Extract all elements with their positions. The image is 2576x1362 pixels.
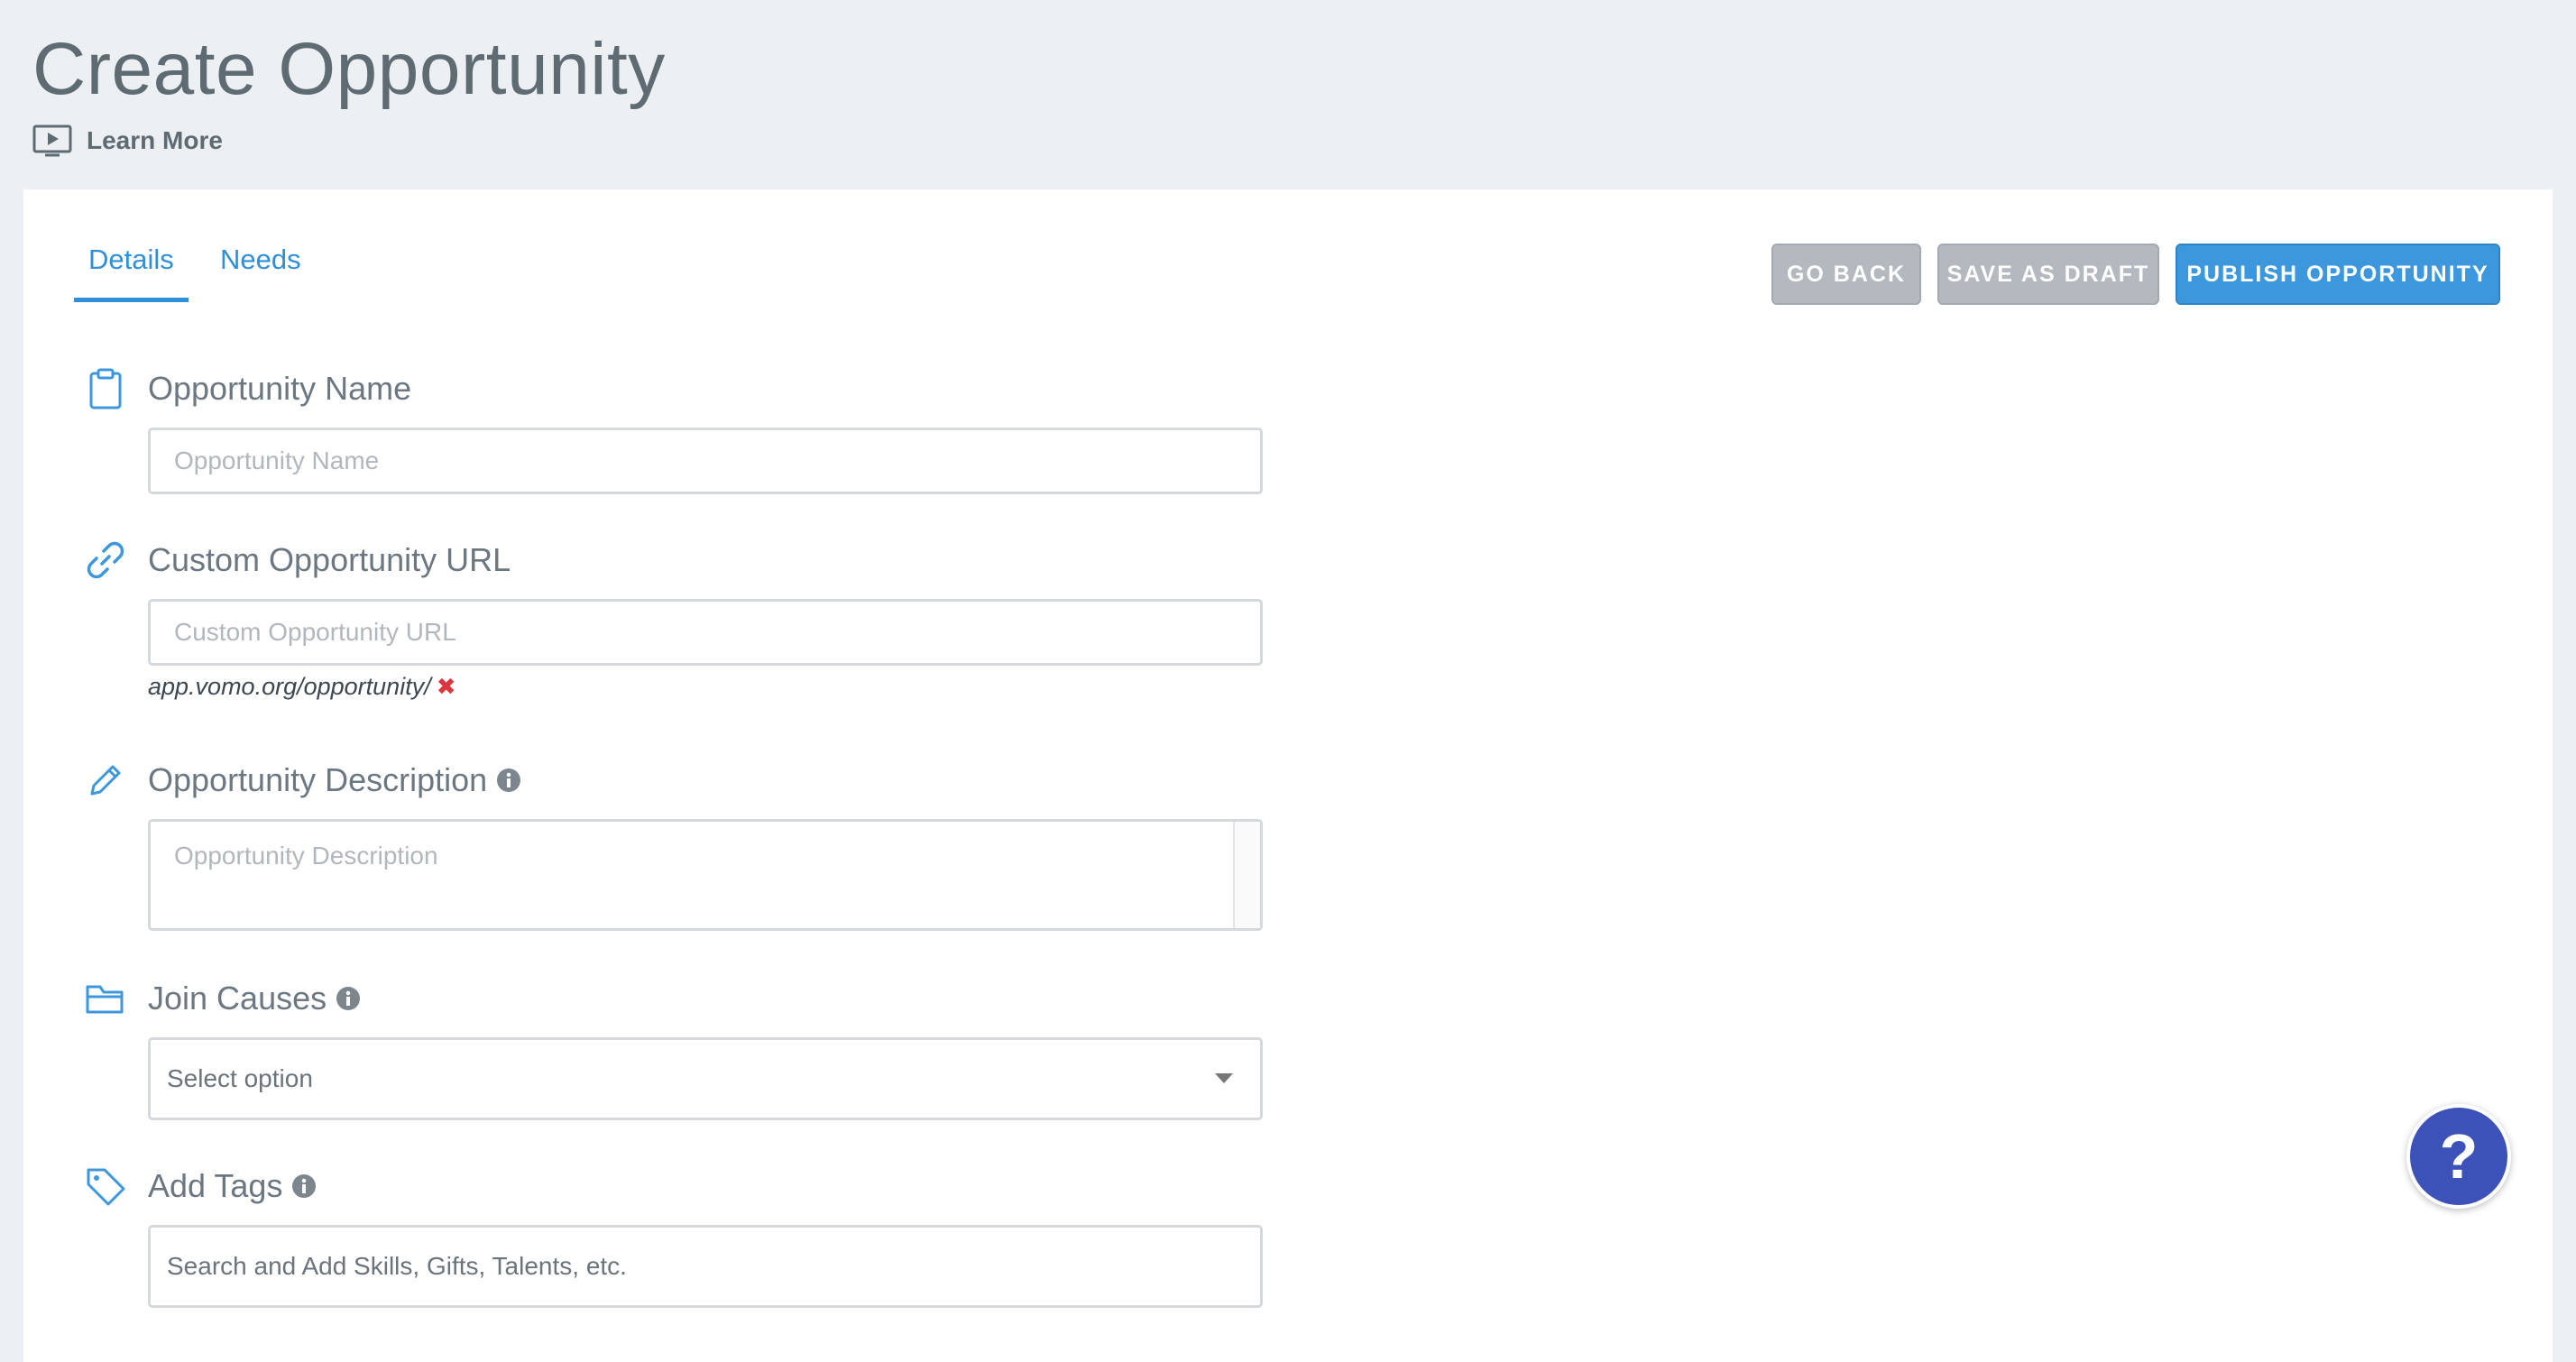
opportunity-name-label: Opportunity Name [148,370,412,407]
clipboard-icon [89,368,122,410]
folder-icon [86,985,124,1014]
publish-opportunity-button[interactable]: PUBLISH OPPORTUNITY [2176,244,2500,305]
help-button[interactable]: ? [2406,1104,2511,1209]
tab-details[interactable]: Details [74,244,189,302]
url-preview-text: app.vomo.org/opportunity/ [148,673,431,700]
learn-more-link[interactable]: Learn More [32,123,223,159]
add-tags-input[interactable]: Search and Add Skills, Gifts, Talents, e… [148,1225,1263,1308]
page-title: Create Opportunity [32,28,666,110]
page-header: Create Opportunity Learn More [0,0,2576,189]
video-play-icon [32,124,72,157]
custom-url-input[interactable]: Custom Opportunity URL [148,599,1263,666]
add-tags-label: Add Tags [148,1164,317,1209]
url-invalid-icon: ✖ [436,673,456,700]
form-card: Details Needs GO BACK SAVE AS DRAFT PUBL… [23,189,2553,1362]
join-causes-selected-value: Select option [167,1064,313,1092]
pencil-icon [90,765,121,796]
join-causes-label: Join Causes [148,976,361,1021]
custom-url-label: Custom Opportunity URL [148,541,511,578]
info-icon[interactable] [336,986,361,1011]
description-placeholder: Opportunity Description [174,842,438,870]
add-tags-placeholder: Search and Add Skills, Gifts, Talents, e… [167,1252,627,1280]
url-preview: app.vomo.org/opportunity/ ✖ [148,673,456,701]
opportunity-name-placeholder: Opportunity Name [174,446,380,474]
textarea-scrollbar[interactable] [1233,822,1260,928]
chevron-down-icon [1215,1073,1233,1083]
custom-url-placeholder: Custom Opportunity URL [174,618,456,646]
info-icon[interactable] [291,1173,317,1199]
opportunity-name-input[interactable]: Opportunity Name [148,428,1263,494]
tab-needs[interactable]: Needs [220,244,301,276]
save-as-draft-button[interactable]: SAVE AS DRAFT [1937,244,2159,305]
learn-more-label: Learn More [87,126,223,154]
join-causes-select[interactable]: Select option [148,1037,1263,1120]
go-back-button[interactable]: GO BACK [1771,244,1921,305]
link-icon [87,541,124,579]
tag-icon [87,1168,125,1206]
description-textarea[interactable]: Opportunity Description [148,819,1263,931]
description-label: Opportunity Description [148,758,521,803]
info-icon[interactable] [496,768,521,793]
